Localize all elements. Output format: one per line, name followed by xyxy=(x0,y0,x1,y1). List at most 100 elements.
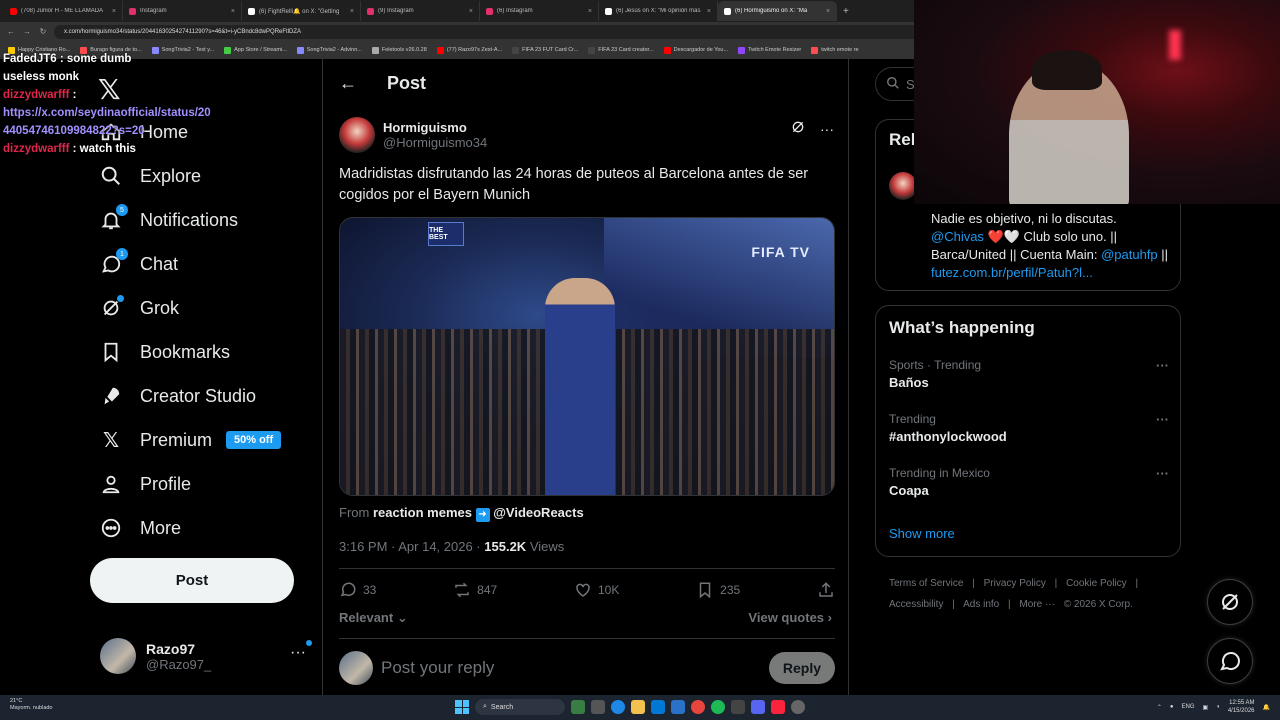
trend-item[interactable]: Trending in Mexico Coapa ··· xyxy=(889,466,1169,498)
task-view-icon[interactable] xyxy=(591,700,605,714)
bio-mention[interactable]: @Chivas xyxy=(931,229,984,244)
spotify-icon[interactable] xyxy=(711,700,725,714)
app-icon[interactable] xyxy=(571,700,585,714)
author-avatar[interactable] xyxy=(889,172,917,200)
bookmark-item[interactable]: twitch emote re xyxy=(811,46,859,54)
browser-tab[interactable]: (6) Hormiguismo on X: "Ma × xyxy=(718,1,837,21)
clock[interactable]: 12:55 AM 4/15/2026 xyxy=(1228,699,1255,715)
discord-icon[interactable] xyxy=(751,700,765,714)
more-options-icon[interactable]: ··· xyxy=(820,121,834,137)
footer-link[interactable]: Terms of Service xyxy=(889,578,963,589)
nav-more[interactable]: More xyxy=(100,517,181,539)
close-icon[interactable]: × xyxy=(588,8,592,15)
music-icon[interactable] xyxy=(771,700,785,714)
author-name[interactable]: Hormiguismo xyxy=(383,120,487,135)
browser-tab[interactable]: (6) Jesús on X: "Mi opinión más × xyxy=(599,1,718,21)
weather-widget[interactable]: 21°C Mayorm. nublado xyxy=(10,698,53,712)
nav-creator-studio[interactable]: Creator Studio xyxy=(100,385,256,407)
post-video[interactable]: THE BEST FIFA TV xyxy=(339,217,835,496)
close-icon[interactable]: × xyxy=(231,8,235,15)
close-icon[interactable]: × xyxy=(350,8,354,15)
nav-chat[interactable]: 1 Chat xyxy=(100,248,178,275)
bookmark-item[interactable]: App Store / Streami... xyxy=(224,46,287,54)
windows-start-icon[interactable] xyxy=(455,700,469,714)
reply-input[interactable]: Post your reply xyxy=(381,658,761,678)
grok-fab[interactable] xyxy=(1207,579,1253,625)
browser-tab[interactable]: (9) Instagram × xyxy=(361,1,480,21)
notification-bell-icon[interactable]: 🔔 xyxy=(1263,704,1270,711)
browser-tab[interactable]: (6) FightRelli🔔 on X: "Getting × xyxy=(242,1,361,21)
from-name[interactable]: reaction memes xyxy=(373,505,472,520)
browser-tab[interactable]: Instagram × xyxy=(123,1,242,21)
bookmark-item[interactable]: FIFA 23 Card creator... xyxy=(588,46,654,54)
browser-tab[interactable]: (708) Junior H - ME LLAMADA × xyxy=(4,1,123,21)
sort-dropdown[interactable]: Relevant ⌄ xyxy=(339,610,408,626)
bio-link[interactable]: futez.com.br/perfil/Patuh?l... xyxy=(931,265,1093,280)
network-icon[interactable]: ▣ xyxy=(1203,704,1209,711)
bookmark-item[interactable]: (77) Razo97s Zest-A... xyxy=(436,46,502,54)
volume-icon[interactable]: ◖ xyxy=(1216,704,1220,710)
author-avatar[interactable] xyxy=(339,117,375,153)
mic-icon[interactable]: ● xyxy=(1170,704,1174,710)
post-author[interactable]: Hormiguismo @Hormiguismo34 xyxy=(339,117,487,153)
chrome-icon[interactable] xyxy=(691,700,705,714)
language-indicator[interactable]: ENG xyxy=(1182,704,1195,710)
post-timestamp[interactable]: 3:16 PM · Apr 14, 2026 · xyxy=(339,539,481,554)
bookmark-item[interactable]: Feletools v26.0.28 xyxy=(371,46,427,54)
obs-icon[interactable] xyxy=(791,700,805,714)
footer-link[interactable]: Cookie Policy xyxy=(1066,578,1127,589)
chevron-up-icon[interactable]: ⌃ xyxy=(1157,704,1162,711)
post-button[interactable]: Post xyxy=(90,558,294,603)
trend-item[interactable]: Trending #anthonylockwood ··· xyxy=(889,412,1169,444)
footer-link[interactable]: Ads info xyxy=(963,599,999,610)
reply-action[interactable]: 33 xyxy=(339,581,376,599)
more-options-icon[interactable]: ··· xyxy=(1156,412,1169,427)
close-icon[interactable]: × xyxy=(826,8,830,15)
nav-profile[interactable]: Profile xyxy=(100,473,191,495)
nav-notifications[interactable]: 5 Notifications xyxy=(100,204,238,231)
footer-link[interactable]: Privacy Policy xyxy=(984,578,1046,589)
more-options-icon[interactable]: ··· xyxy=(1156,358,1169,373)
mail-icon[interactable] xyxy=(671,700,685,714)
like-action[interactable]: 10K xyxy=(574,581,619,599)
show-more-link[interactable]: Show more xyxy=(889,526,955,541)
browser-tab[interactable]: (6) Instagram × xyxy=(480,1,599,21)
reply-button[interactable]: Reply xyxy=(768,652,835,684)
nav-grok[interactable]: Grok xyxy=(100,295,179,319)
edge-icon[interactable] xyxy=(611,700,625,714)
folder-icon[interactable] xyxy=(631,700,645,714)
reload-icon[interactable]: ↻ xyxy=(38,27,48,36)
url-field[interactable]: x.com/hormiguismo34/status/2044163025427… xyxy=(54,24,934,39)
account-switcher[interactable]: Razo97 @Razo97_ ··· xyxy=(100,638,312,674)
more-options-icon[interactable]: ··· xyxy=(1156,466,1169,481)
footer-link[interactable]: More ··· xyxy=(1019,599,1055,610)
forward-arrow-icon[interactable]: → xyxy=(22,27,32,36)
back-arrow-icon[interactable]: ← xyxy=(339,73,357,94)
bio-mention[interactable]: @patuhfp xyxy=(1101,247,1158,262)
share-action[interactable] xyxy=(817,581,835,599)
account-more-icon[interactable]: ··· xyxy=(290,640,312,662)
close-icon[interactable]: × xyxy=(707,8,711,15)
nav-explore[interactable]: Explore xyxy=(100,165,201,187)
back-arrow-icon[interactable]: ← xyxy=(6,27,16,36)
footer-link[interactable]: Accessibility xyxy=(889,599,943,610)
footer-link[interactable]: © 2026 X Corp. xyxy=(1064,599,1133,610)
from-handle[interactable]: @VideoReacts xyxy=(493,505,583,520)
trend-item[interactable]: Sports · Trending Baños ··· xyxy=(889,358,1169,390)
steam-icon[interactable] xyxy=(731,700,745,714)
bookmark-item[interactable]: FIFA 23 FUT Card Cr... xyxy=(512,46,578,54)
bookmark-action[interactable]: 235 xyxy=(696,581,740,599)
repost-action[interactable]: 847 xyxy=(453,581,497,599)
nav-bookmarks[interactable]: Bookmarks xyxy=(100,341,230,363)
chat-link[interactable]: https://x.com/seydinaofficial/status/204… xyxy=(3,107,211,137)
grok-icon[interactable] xyxy=(790,119,806,138)
author-handle[interactable]: @Hormiguismo34 xyxy=(383,135,487,150)
close-icon[interactable]: × xyxy=(112,8,116,15)
nav-premium[interactable]: 𝕏 Premium 50% off xyxy=(100,429,282,452)
store-icon[interactable] xyxy=(651,700,665,714)
bookmark-item[interactable]: Twitch Emote Resizer xyxy=(738,46,801,54)
messages-fab[interactable] xyxy=(1207,638,1253,684)
taskbar-search[interactable]: ⌕ Search xyxy=(475,699,565,715)
bookmark-item[interactable]: SongTrivia2 - Advinn... xyxy=(296,46,362,54)
new-tab-icon[interactable]: + xyxy=(843,6,849,17)
